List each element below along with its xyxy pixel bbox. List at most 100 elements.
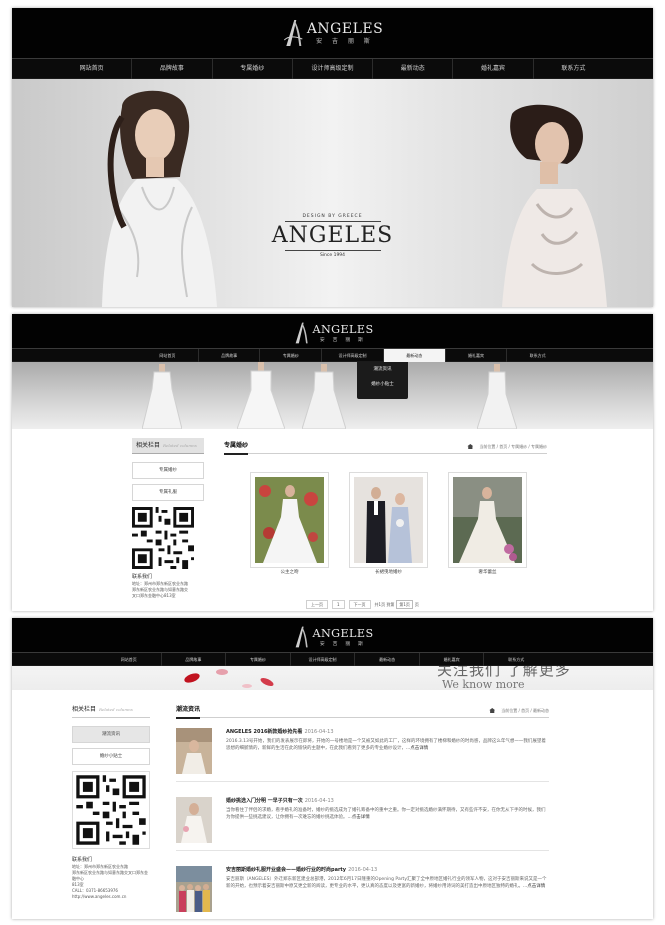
breadcrumb-current[interactable]: 最新动态 [533, 708, 549, 713]
read-more-link[interactable]: ...点击详情 [523, 884, 545, 889]
news-dropdown: 潮流资讯 婚纱小贴士 [357, 362, 408, 399]
page-select[interactable]: 第1页 [396, 600, 413, 609]
main-content: 专属婚纱 当前位置 / 首页 / 专属婚纱 / 专属婚纱 公主之吻 长裙曳地婚纱 [224, 438, 547, 609]
gown-photo-3 [453, 477, 522, 563]
news-date: 2016-04-13 [348, 867, 378, 873]
read-more-link[interactable]: ...点击详情 [348, 815, 370, 820]
nav-item-couture[interactable]: 设计师高级定制 [289, 653, 355, 666]
page-1-button[interactable]: 1 [332, 600, 345, 609]
gown-2-image [237, 362, 285, 429]
site-header: ANGELES 安 吉 丽 斯 [12, 314, 653, 348]
nav-item-couture[interactable]: 设计师高级定制 [321, 349, 383, 362]
breadcrumb-home[interactable]: 首页 [521, 708, 529, 713]
nav-item-news[interactable]: 最新动态 [372, 59, 452, 79]
logo[interactable]: ANGELES 安 吉 丽 斯 [292, 623, 373, 650]
dropdown-item-trends[interactable]: 潮流资讯 [357, 362, 408, 377]
logo[interactable]: ANGELES 安 吉 丽 斯 [292, 319, 373, 346]
logo[interactable]: ANGELES 安 吉 丽 斯 [282, 16, 383, 50]
nav-item-contact[interactable]: 联系方式 [506, 349, 568, 362]
section-header: 专属婚纱 当前位置 / 首页 / 专属婚纱 / 专属婚纱 [224, 438, 547, 455]
news-summary: 安吉丽斯（ANGELES）外迁郑东新区建业总部港，2012年6月17日隆重的Op… [226, 877, 547, 889]
nav-item-guests[interactable]: 婚礼嘉宾 [444, 349, 507, 362]
qr-code-icon [72, 771, 150, 849]
nav-item-gowns[interactable]: 专属婚纱 [225, 653, 290, 666]
page-title: 潮流资讯 [176, 705, 201, 719]
sidebar-link-tips[interactable]: 婚纱小贴士 [72, 748, 150, 765]
contact-title: 联系我们 [72, 857, 93, 863]
logo-mark-icon [295, 626, 308, 648]
gallery-item[interactable]: 奢华蕾丝 [448, 472, 527, 578]
home-icon [489, 708, 496, 713]
screenshot-news: ANGELES 安 吉 丽 斯 网站首页 品牌故事 专属婚纱 设计师高级定制 最… [12, 618, 653, 919]
hero-design-by: DESIGN BY GREECE [302, 214, 363, 219]
gown-1-image [142, 364, 182, 429]
news-item[interactable]: ANGELES 2016新款婚纱抢先看 2016-04-13 2016.3.13号… [176, 728, 549, 782]
nav-item-contact[interactable]: 联系方式 [483, 653, 548, 666]
main-nav: 网站首页 品牌故事 专属婚纱 设计师高级定制 最新动态 婚礼嘉宾 联系方式 [12, 652, 653, 666]
nav-item-brand-story[interactable]: 品牌故事 [160, 653, 226, 666]
breadcrumb-label: 当前位置 [501, 708, 518, 713]
page-title: 专属婚纱 [224, 441, 249, 455]
bride-left-image [102, 90, 217, 307]
news-title[interactable]: 婚纱挑选入门分明 一早子只有一次 2016-04-13 [226, 797, 334, 805]
hero-since: Since 1994 [319, 253, 346, 258]
screenshot-gowns: ANGELES 安 吉 丽 斯 网站首页 品牌故事 专属婚纱 设计师高级定制 最… [12, 314, 653, 611]
hero-rule-top [284, 221, 381, 222]
nav-item-news[interactable]: 最新动态 [382, 349, 445, 362]
petals-image [184, 669, 274, 688]
gallery-caption: 公主之吻 [280, 570, 299, 575]
screenshot-home: ANGELES 安 吉 丽 斯 网站首页 品牌故事 专属婚纱 设计师高级定制 最… [12, 8, 653, 307]
main-nav: 网站首页 品牌故事 专属婚纱 设计师高级定制 最新动态 婚礼嘉宾 联系方式 [12, 348, 653, 362]
contact-website[interactable]: http://www.angeles.com.cn [72, 894, 150, 900]
news-thumb[interactable] [176, 866, 212, 912]
gallery-item[interactable]: 公主之吻 [250, 472, 329, 578]
hero-brand: DESIGN BY GREECE ANGELES Since 1994 [263, 213, 403, 259]
gown-photo-2 [354, 477, 423, 563]
breadcrumb-home[interactable]: 首页 [499, 444, 507, 449]
news-item[interactable]: 安吉丽斯婚纱礼服开业盛会——婚纱行业的时尚party 2016-04-13 安吉丽… [176, 866, 549, 919]
breadcrumb: 当前位置 / 首页 / 最新动态 [489, 707, 549, 714]
sidebar-link-trends[interactable]: 潮流资讯 [72, 726, 150, 743]
nav-item-guests[interactable]: 婚礼嘉宾 [418, 653, 484, 666]
nav-item-home[interactable]: 网站首页 [97, 653, 161, 666]
nav-item-brand-story[interactable]: 品牌故事 [197, 349, 260, 362]
news-thumb[interactable] [176, 728, 212, 774]
nav-item-couture[interactable]: 设计师高级定制 [291, 59, 372, 79]
sidebar-title: 相关栏目 Related columns [72, 702, 150, 718]
gallery-item[interactable]: 长裙曳地婚纱 [349, 472, 428, 578]
nav-item-contact[interactable]: 联系方式 [532, 59, 613, 79]
banner-slogan-en: We know more [442, 678, 525, 690]
news-title[interactable]: 安吉丽斯婚纱礼服开业盛会——婚纱行业的时尚party 2016-04-13 [226, 866, 377, 874]
site-header: ANGELES 安 吉 丽 斯 [12, 8, 653, 58]
nav-item-gowns[interactable]: 专属婚纱 [259, 349, 321, 362]
news-banner: 关注我们 了解更多 We know more [12, 666, 653, 690]
prev-page-button[interactable]: 上一页 [306, 600, 328, 609]
gown-3-image [302, 364, 346, 429]
nav-item-home[interactable]: 网站首页 [137, 349, 198, 362]
news-summary: 当你看住了伴侣的求婚，看手婚礼的准备时，婚纱的挑选成为了婚礼筹备中的重中之重。你… [226, 808, 546, 820]
breadcrumb-section[interactable]: 专属婚纱 [511, 444, 527, 449]
gown-photo-1 [255, 477, 324, 563]
dropdown-item-tips[interactable]: 婚纱小贴士 [357, 377, 408, 392]
sidebar: 相关栏目 Related columns 潮流资讯 婚纱小贴士 联系我们 地址：郑… [72, 702, 150, 900]
gown-4-image [477, 364, 517, 429]
read-more-link[interactable]: ...点击详情 [406, 746, 428, 751]
news-photo-2 [176, 797, 212, 843]
news-thumb[interactable] [176, 797, 212, 843]
nav-item-gowns[interactable]: 专属婚纱 [211, 59, 292, 79]
breadcrumb-current[interactable]: 专属婚纱 [531, 444, 547, 449]
sidebar-link-gowns[interactable]: 专属婚纱 [132, 462, 204, 479]
nav-item-brand-story[interactable]: 品牌故事 [131, 59, 211, 79]
logo-mark-icon [283, 20, 302, 46]
hero-banner: DESIGN BY GREECE ANGELES Since 1994 [12, 79, 653, 307]
nav-item-home[interactable]: 网站首页 [52, 59, 131, 79]
news-date: 2016-04-13 [304, 798, 334, 804]
contact-line: 叉口郑东金融中心813室 [132, 593, 176, 598]
news-title[interactable]: ANGELES 2016新款婚纱抢先看 2016-04-13 [226, 728, 334, 736]
next-page-button[interactable]: 下一页 [348, 600, 371, 609]
news-item[interactable]: 婚纱挑选入门分明 一早子只有一次 2016-04-13 当你看住了伴侣的求婚，看手… [176, 797, 549, 851]
news-date: 2016-04-13 [304, 729, 334, 735]
sidebar-link-dresses[interactable]: 专属礼服 [132, 484, 204, 501]
nav-item-guests[interactable]: 婚礼嘉宾 [452, 59, 532, 79]
nav-item-news[interactable]: 最新动态 [354, 653, 419, 666]
